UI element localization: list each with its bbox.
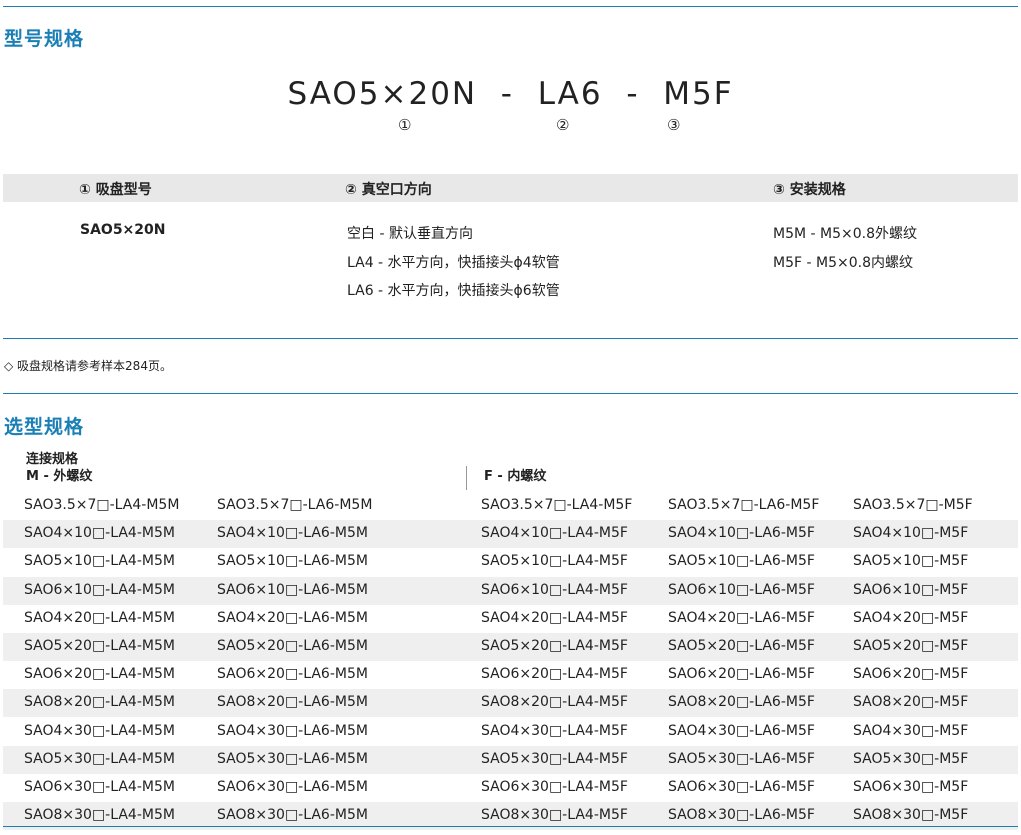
mount-option-m5m: M5M - M5×0.8外螺纹 [773, 226, 917, 242]
model-number-cell: SAO5×20□-LA6-M5F [668, 638, 815, 654]
model-number-cell: SAO6×10□-LA6-M5M [217, 581, 368, 598]
model-number-cell: SAO6×20□-M5F [853, 666, 969, 683]
column-separator [466, 466, 467, 490]
table-row: SAO3.5×7□-LA4-M5M SAO3.5×7□-LA6-M5M SAO3.5… [3, 492, 1018, 520]
marker-2: ② [556, 116, 570, 134]
model-number-cell: SAO6×20□-LA4-M5F [481, 666, 628, 683]
top-rule [3, 6, 1018, 7]
spec-table-header: ① 吸盘型号 ② 真空口方向 ③ 安装规格 [3, 174, 1018, 202]
table-row: SAO6×30□-LA4-M5M SAO6×30□-LA6-M5M SAO6×30□… [3, 774, 1018, 802]
model-number-cell: SAO5×10□-LA4-M5M [24, 553, 175, 570]
table-row: SAO6×20□-LA4-M5M SAO6×20□-LA6-M5M SAO6×20□… [3, 661, 1018, 689]
model-number-cell: SAO5×10□-LA4-M5F [481, 553, 628, 570]
model-number-cell: SAO4×20□-LA6-M5M [217, 609, 368, 626]
table-row: SAO5×30□-LA4-M5M SAO5×30□-LA6-M5M SAO5×30□… [3, 745, 1018, 774]
model-number-cell: SAO4×30□-M5F [853, 722, 969, 739]
model-number-cell: SAO4×20□-LA6-M5F [668, 609, 815, 626]
cup-model-value: SAO5×20N [80, 222, 166, 238]
model-number-cell: SAO4×30□-LA6-M5F [668, 722, 815, 739]
model-number-cell: SAO3.5×7□-LA6-M5F [668, 497, 820, 513]
section-title-selection: 选型规格 [4, 416, 85, 438]
model-number-cell: SAO8×20□-LA4-M5M [24, 694, 175, 711]
table-row: SAO6×10□-LA4-M5M SAO6×10□-LA6-M5M SAO6×10□… [3, 576, 1018, 605]
divider-rule [3, 338, 1018, 339]
header-cup-model: ① 吸盘型号 [79, 182, 152, 198]
model-number-cell: SAO6×20□-LA4-M5M [24, 666, 175, 683]
model-number-cell: SAO8×30□-LA4-M5F [481, 807, 628, 824]
model-number-cell: SAO3.5×7□-LA6-M5M [217, 497, 373, 513]
model-number-cell: SAO5×20□-LA6-M5M [217, 638, 368, 654]
model-number-cell: SAO4×20□-LA4-M5F [481, 609, 628, 626]
model-number-cell: SAO3.5×7□-M5F [853, 497, 973, 513]
model-number-cell: SAO6×30□-M5F [853, 779, 969, 795]
model-number-cell: SAO5×30□-M5F [853, 750, 969, 767]
model-number-cell: SAO4×10□-LA4-M5F [481, 525, 628, 542]
table-row: SAO4×30□-LA4-M5M SAO4×30□-LA6-M5M SAO4×30□… [3, 718, 1018, 746]
connection-m-label: M - 外螺纹 [26, 469, 93, 484]
model-number-cell: SAO5×30□-LA6-M5M [217, 750, 368, 767]
divider-rule-2 [3, 393, 1018, 394]
bottom-rule [3, 826, 1018, 827]
model-number-cell: SAO8×30□-M5F [853, 807, 969, 824]
table-row: SAO4×20□-LA4-M5M SAO4×20□-LA6-M5M SAO4×20□… [3, 605, 1018, 633]
model-number-cell: SAO3.5×7□-LA4-M5M [24, 497, 180, 513]
model-number-cell: SAO5×30□-LA4-M5F [481, 750, 628, 767]
model-number-cell: SAO8×30□-LA6-M5F [668, 807, 815, 824]
model-number-cell: SAO5×30□-LA4-M5M [24, 750, 175, 767]
model-number-cell: SAO6×30□-LA6-M5F [668, 779, 815, 795]
model-number-cell: SAO3.5×7□-LA4-M5F [481, 497, 633, 513]
model-number-cell: SAO6×10□-LA4-M5F [481, 581, 628, 598]
model-number-cell: SAO8×20□-LA6-M5M [217, 694, 368, 711]
model-number-cell: SAO4×20□-LA4-M5M [24, 609, 175, 626]
marker-3: ③ [667, 116, 681, 134]
model-number-cell: SAO8×20□-M5F [853, 694, 969, 711]
table-row: SAO8×20□-LA4-M5M SAO8×20□-LA6-M5M SAO8×20□… [3, 689, 1018, 718]
marker-1: ① [398, 116, 412, 134]
model-number-cell: SAO5×20□-LA4-M5F [481, 638, 628, 654]
model-number-cell: SAO4×10□-M5F [853, 525, 969, 542]
model-number-cell: SAO6×30□-LA4-M5M [24, 779, 175, 795]
model-number-cell: SAO6×30□-LA4-M5F [481, 779, 628, 795]
table-row: SAO5×20□-LA4-M5M SAO5×20□-LA6-M5M SAO5×20□… [3, 633, 1018, 661]
table-row: SAO5×10□-LA4-M5M SAO5×10□-LA6-M5M SAO5×10□… [3, 548, 1018, 576]
model-number-cell: SAO6×10□-LA6-M5F [668, 581, 815, 598]
model-number-cell: SAO5×30□-LA6-M5F [668, 750, 815, 767]
model-number-cell: SAO8×20□-LA4-M5F [481, 694, 628, 711]
connection-label: 连接规格 [26, 452, 79, 467]
header-vacuum-port-direction: ② 真空口方向 [345, 182, 432, 198]
model-number-cell: SAO6×30□-LA6-M5M [217, 779, 368, 795]
model-number-cell: SAO6×10□-M5F [853, 581, 969, 598]
connection-f-label: F - 内螺纹 [484, 469, 547, 484]
model-number-cell: SAO4×30□-LA4-M5F [481, 722, 628, 739]
model-number-cell: SAO5×20□-LA4-M5M [24, 638, 175, 654]
model-number-cell: SAO5×10□-LA6-M5F [668, 553, 815, 570]
header-mount-spec: ③ 安装规格 [773, 182, 846, 198]
port-option-la6: LA6 - 水平方向，快插接头ϕ6软管 [347, 283, 560, 299]
port-option-la4: LA4 - 水平方向，快插接头ϕ4软管 [347, 255, 560, 271]
section-title-model-spec: 型号规格 [4, 28, 85, 50]
model-number-cell: SAO5×10□-M5F [853, 553, 969, 570]
table-row: SAO4×10□-LA4-M5M SAO4×10□-LA6-M5M SAO4×10□… [3, 520, 1018, 549]
model-number-cell: SAO8×20□-LA6-M5F [668, 694, 815, 711]
model-number-cell: SAO4×20□-M5F [853, 609, 969, 626]
model-number-cell: SAO5×20□-M5F [853, 638, 969, 654]
model-number-cell: SAO8×30□-LA4-M5M [24, 807, 175, 824]
model-number-cell: SAO4×10□-LA6-M5F [668, 525, 815, 542]
model-code: SAO5×20N - LA6 - M5F [287, 76, 734, 112]
model-number-cell: SAO5×10□-LA6-M5M [217, 553, 368, 570]
model-number-cell: SAO4×30□-LA6-M5M [217, 722, 368, 739]
mount-option-m5f: M5F - M5×0.8内螺纹 [773, 255, 913, 271]
note-text: ◇ 吸盘规格请参考样本284页。 [4, 359, 172, 373]
model-number-cell: SAO8×30□-LA6-M5M [217, 807, 368, 824]
port-option-blank: 空白 - 默认垂直方向 [347, 226, 473, 242]
model-number-cell: SAO6×20□-LA6-M5F [668, 666, 815, 683]
model-number-cell: SAO4×10□-LA6-M5M [217, 525, 368, 542]
model-number-cell: SAO6×10□-LA4-M5M [24, 581, 175, 598]
model-number-cell: SAO4×30□-LA4-M5M [24, 722, 175, 739]
model-number-cell: SAO6×20□-LA6-M5M [217, 666, 368, 683]
model-number-cell: SAO4×10□-LA4-M5M [24, 525, 175, 542]
